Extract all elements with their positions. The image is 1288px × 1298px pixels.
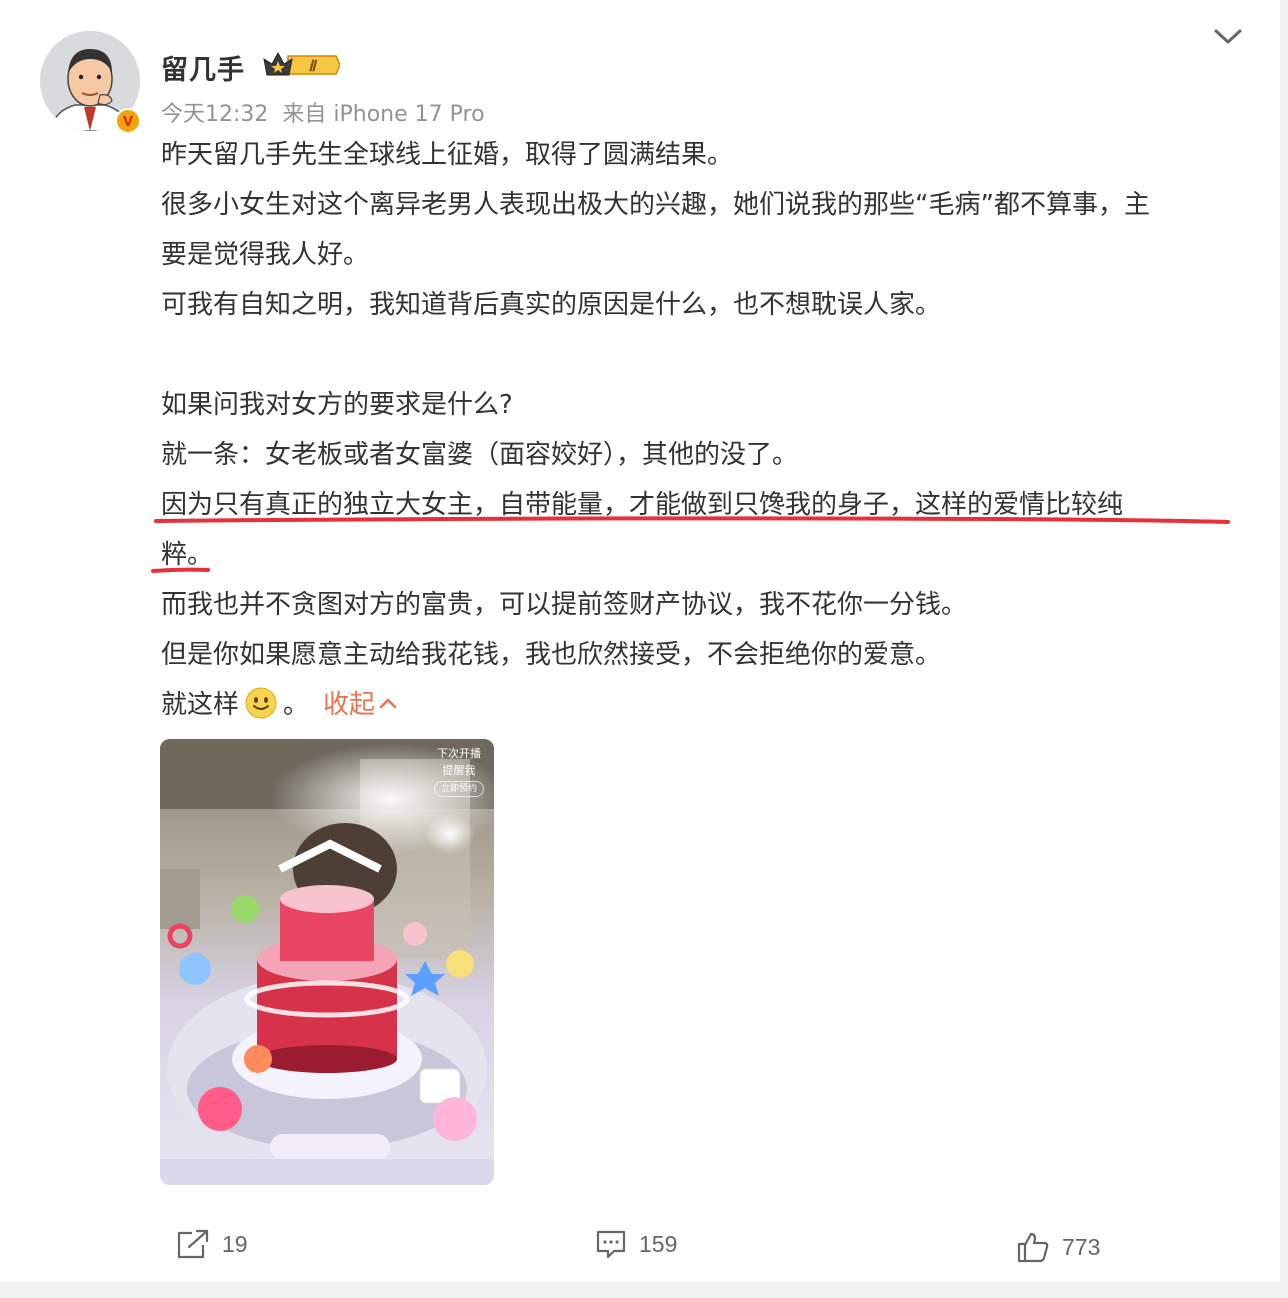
post-line-blank (161, 330, 1241, 380)
weibo-post-card: V 留几手 Ⅱ 今天12:32 来自 iPhone 17 Pro 昨天留几手先生全… (0, 0, 1280, 1282)
repost-button[interactable]: 19 (176, 1224, 248, 1264)
overlay-line2: 提醒我 (442, 764, 476, 777)
post-line: 可我有自知之明，我知道背后真实的原因是什么，也不想耽误人家。 (161, 290, 942, 320)
verified-badge: V (115, 108, 141, 134)
live-room-illustration (160, 739, 494, 1185)
like-button[interactable]: 773 (1016, 1227, 1100, 1267)
comment-icon (596, 1230, 626, 1259)
post-line: 如果问我对女方的要求是什么? (161, 390, 513, 420)
level-crown-badge[interactable]: Ⅱ (262, 50, 340, 80)
post-time[interactable]: 今天12:32 (161, 102, 268, 127)
post-line: 昨天留几手先生全球线上征婚，取得了圆满结果。 (161, 140, 734, 170)
repost-icon (177, 1229, 209, 1259)
collapse-label: 收起 (323, 690, 376, 720)
post-line-underlined: 因为只有真正的独立大女主，自带能量，才能做到只馋我的身子，这样的爱情比较纯 (161, 490, 1124, 520)
last-line-text: 就这样 (161, 690, 240, 720)
post-line: 就一条：女老板或者女富婆（面容姣好），其他的没了。 (161, 440, 799, 470)
like-count: 773 (1062, 1233, 1101, 1260)
thumbs-up-icon (1017, 1232, 1049, 1263)
live-reminder-overlay: 下次开播 提醒我 立即预约 (433, 745, 484, 797)
post-meta: 今天12:32 来自 iPhone 17 Pro (161, 96, 485, 128)
post-line: 而我也并不贪图对方的富贵，可以提前签财产协议，我不花你一分钱。 (161, 590, 968, 620)
comment-count: 159 (639, 1230, 678, 1257)
last-line-end: 。 (283, 690, 310, 720)
post-text: 昨天留几手先生全球线上征婚，取得了圆满结果。 很多小女生对这个离异老男人表现出极… (161, 130, 1241, 730)
post-video-thumbnail[interactable]: 下次开播 提醒我 立即预约 (160, 739, 494, 1185)
post-line-last: 就这样 。收起 (161, 680, 1241, 730)
chevron-up-icon (379, 698, 397, 709)
reserve-button[interactable]: 立即预约 (433, 781, 484, 797)
chevron-down-icon[interactable] (1213, 28, 1243, 46)
smile-emoji-icon (245, 686, 277, 736)
username[interactable]: 留几手 (161, 48, 245, 87)
overlay-line1: 下次开播 (436, 747, 481, 760)
comment-button[interactable]: 159 (595, 1224, 677, 1264)
post-line-underlined: 粹。 (161, 540, 214, 570)
post-line: 很多小女生对这个离异老男人表现出极大的兴趣，她们说我的那些“毛病”都不算事，主 (161, 190, 1150, 220)
post-source: 来自 iPhone 17 Pro (282, 102, 485, 127)
repost-count: 19 (222, 1230, 248, 1257)
post-line: 但是你如果愿意主动给我花钱，我也欣然接受，不会拒绝你的爱意。 (161, 640, 942, 670)
collapse-link[interactable]: 收起 (323, 690, 397, 720)
post-line: 要是觉得我人好。 (161, 240, 370, 270)
